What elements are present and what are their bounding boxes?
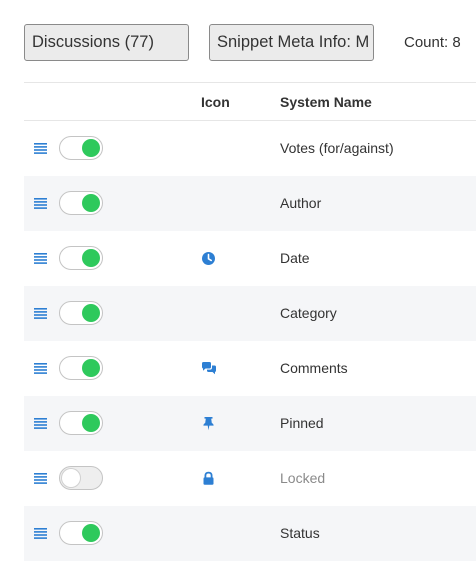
toggle-knob [82, 249, 100, 267]
drag-handle-icon[interactable] [34, 252, 47, 265]
table-row: Date [24, 231, 476, 286]
table-row: Locked [24, 451, 476, 506]
table-body: Votes (for/against) Author Date Category Com… [24, 121, 476, 561]
table-row: Comments [24, 341, 476, 396]
system-name: Pinned [280, 415, 324, 431]
lock-icon [201, 471, 216, 486]
pin-icon [201, 416, 216, 431]
table-row: Pinned [24, 396, 476, 451]
system-name: Locked [280, 470, 326, 486]
system-name: Date [280, 250, 310, 266]
toolbar: Discussions (77) Snippet Meta Info: M Co… [0, 0, 476, 82]
table-row: Category [24, 286, 476, 341]
enabled-toggle[interactable] [59, 136, 103, 160]
table-row: Votes (for/against) [24, 121, 476, 176]
enabled-toggle[interactable] [59, 301, 103, 325]
toggle-knob [82, 414, 100, 432]
system-name: Author [280, 195, 322, 211]
drag-handle-icon[interactable] [34, 417, 47, 430]
table-header: Icon System Name [24, 82, 476, 121]
system-name: Votes (for/against) [280, 140, 394, 156]
toggle-knob [82, 139, 100, 157]
enabled-toggle[interactable] [59, 356, 103, 380]
toggle-knob [82, 359, 100, 377]
toggle-knob [82, 524, 100, 542]
drag-handle-icon[interactable] [34, 307, 47, 320]
system-name: Comments [280, 360, 348, 376]
meta-info-table: Icon System Name Votes (for/against) Auth… [24, 82, 476, 561]
drag-handle-icon[interactable] [34, 197, 47, 210]
drag-handle-icon[interactable] [34, 142, 47, 155]
snippet-meta-info-select[interactable]: Snippet Meta Info: M [209, 24, 374, 61]
system-name: Category [280, 305, 337, 321]
clock-icon [201, 251, 216, 266]
enabled-toggle[interactable] [59, 191, 103, 215]
column-header-icon: Icon [201, 94, 230, 110]
discussions-select[interactable]: Discussions (77) [24, 24, 189, 61]
table-row: Status [24, 506, 476, 561]
drag-handle-icon[interactable] [34, 472, 47, 485]
count-label: Count: 8 [404, 34, 461, 51]
enabled-toggle[interactable] [59, 411, 103, 435]
table-row: Author [24, 176, 476, 231]
drag-handle-icon[interactable] [34, 527, 47, 540]
column-header-system-name: System Name [280, 94, 372, 110]
drag-handle-icon[interactable] [34, 362, 47, 375]
system-name: Status [280, 525, 320, 541]
enabled-toggle[interactable] [59, 246, 103, 270]
enabled-toggle[interactable] [59, 466, 103, 490]
comments-icon [201, 361, 216, 376]
page: Discussions (77) Snippet Meta Info: M Co… [0, 0, 476, 585]
toggle-knob [62, 469, 80, 487]
enabled-toggle[interactable] [59, 521, 103, 545]
toggle-knob [82, 194, 100, 212]
toggle-knob [82, 304, 100, 322]
